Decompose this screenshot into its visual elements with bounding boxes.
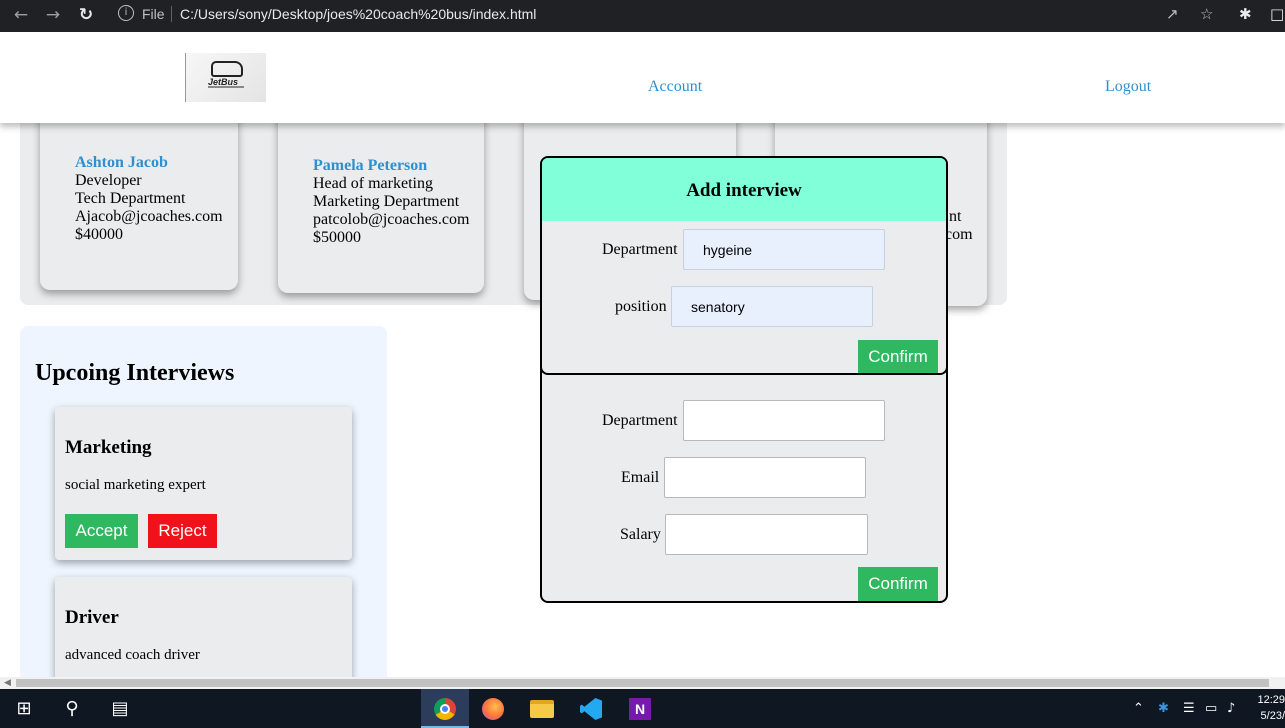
chrome-icon[interactable] bbox=[421, 689, 469, 728]
confirm-employee-button[interactable]: Confirm bbox=[858, 567, 938, 601]
email-field[interactable] bbox=[664, 457, 866, 498]
battery-icon[interactable]: ▭ bbox=[1205, 689, 1217, 728]
reload-icon[interactable]: ↻ bbox=[75, 4, 97, 26]
position-field[interactable] bbox=[671, 286, 873, 327]
interviews-title: Upcoing Interviews bbox=[35, 360, 235, 386]
url-text[interactable]: C:/Users/sony/Desktop/joes%20coach%20bus… bbox=[180, 6, 536, 22]
logo[interactable]: JetBus bbox=[185, 53, 266, 102]
interview-department: Marketing bbox=[65, 437, 152, 458]
modal-title: Add interview bbox=[686, 180, 802, 201]
confirm-interview-button[interactable]: Confirm bbox=[858, 340, 938, 373]
email-label: Email bbox=[621, 469, 660, 486]
employee-salary: $50000 bbox=[313, 229, 361, 246]
windows-start-icon[interactable]: ⊞ bbox=[0, 689, 48, 728]
back-icon[interactable]: ← bbox=[10, 4, 32, 26]
vscode-icon[interactable] bbox=[567, 689, 615, 728]
employee-name: Ashton Jacob bbox=[75, 154, 168, 171]
clock-date: 5/23/ bbox=[1260, 710, 1285, 722]
volume-icon[interactable]: ♪ bbox=[1227, 689, 1235, 728]
interview-position: social marketing expert bbox=[65, 477, 206, 493]
employee-email: Ajacob@jcoaches.com bbox=[75, 208, 223, 225]
employee-salary: $40000 bbox=[75, 226, 123, 243]
interview-department: Driver bbox=[65, 607, 119, 628]
chevron-up-icon[interactable]: ⌃ bbox=[1133, 689, 1144, 728]
bluetooth-icon[interactable]: ✱ bbox=[1158, 689, 1169, 728]
employee-department: Tech Department bbox=[75, 190, 186, 207]
salary-label: Salary bbox=[620, 526, 661, 543]
address-bar[interactable]: i File C:/Users/sony/Desktop/joes%20coac… bbox=[108, 2, 1234, 26]
star-icon[interactable]: ☆ bbox=[1200, 4, 1213, 24]
nav-account-link[interactable]: Account bbox=[648, 78, 702, 96]
department-label: Department bbox=[602, 241, 678, 258]
scroll-left-icon[interactable]: ◀ bbox=[4, 677, 11, 689]
employee-department: Marketing Department bbox=[313, 193, 460, 210]
taskbar-clock[interactable]: 12:29 5/23/ bbox=[1248, 692, 1285, 724]
sidebar-icon[interactable]: □ bbox=[1270, 4, 1284, 24]
site-header: JetBus Account Logout bbox=[0, 32, 1285, 123]
share-icon[interactable]: ↗ bbox=[1166, 4, 1179, 24]
bus-icon bbox=[211, 61, 243, 77]
position-label: position bbox=[615, 298, 667, 315]
employee-name: Pamela Peterson bbox=[313, 157, 428, 174]
page: Ashton Jacob Developer Tech Department A… bbox=[0, 32, 1285, 677]
employee-role: Head of marketing bbox=[313, 175, 433, 192]
file-explorer-icon[interactable] bbox=[518, 689, 566, 728]
horizontal-scrollbar[interactable]: ◀ bbox=[0, 677, 1285, 689]
browser-toolbar: ← → ↻ i File C:/Users/sony/Desktop/joes%… bbox=[0, 0, 1285, 32]
modal-header: Add interview bbox=[542, 158, 946, 221]
department-label: Department bbox=[602, 412, 678, 429]
search-icon[interactable]: ⚲ bbox=[48, 689, 96, 728]
taskbar: ⊞ ⚲ ▤ N ⌃ ✱ ☰ ▭ ♪ 12:29 5/23/ bbox=[0, 689, 1285, 728]
interview-card: Driver advanced coach driver bbox=[55, 577, 352, 677]
firefox-icon[interactable] bbox=[469, 689, 517, 728]
nav-logout-link[interactable]: Logout bbox=[1105, 78, 1151, 96]
department-field[interactable] bbox=[683, 400, 885, 441]
department-field[interactable] bbox=[683, 229, 885, 270]
logo-underline bbox=[208, 86, 244, 88]
employee-email: com bbox=[945, 226, 973, 243]
employee-role: Developer bbox=[75, 172, 142, 189]
reject-button[interactable]: Reject bbox=[148, 514, 217, 548]
wifi-icon[interactable]: ☰ bbox=[1183, 689, 1195, 728]
add-interview-modal: Add interview Department position Confir… bbox=[540, 156, 948, 375]
employee-email: patcolob@jcoaches.com bbox=[313, 211, 470, 228]
employee-department: nt bbox=[949, 208, 962, 225]
url-scheme: File bbox=[142, 6, 165, 22]
accept-button[interactable]: Accept bbox=[65, 514, 138, 548]
interviews-panel: Upcoing Interviews Marketing social mark… bbox=[20, 326, 387, 677]
extensions-icon[interactable]: ✱ bbox=[1239, 4, 1252, 24]
interview-card: Marketing social marketing expert Accept… bbox=[55, 407, 352, 560]
forward-icon[interactable]: → bbox=[42, 4, 64, 26]
task-view-icon[interactable]: ▤ bbox=[96, 689, 144, 728]
interview-position: advanced coach driver bbox=[65, 647, 200, 663]
url-separator bbox=[171, 6, 172, 22]
clock-time: 12:29 bbox=[1257, 694, 1285, 706]
info-icon[interactable]: i bbox=[118, 5, 134, 21]
onenote-icon[interactable]: N bbox=[616, 689, 664, 728]
salary-field[interactable] bbox=[665, 514, 868, 555]
scrollbar-thumb[interactable] bbox=[16, 679, 1269, 687]
